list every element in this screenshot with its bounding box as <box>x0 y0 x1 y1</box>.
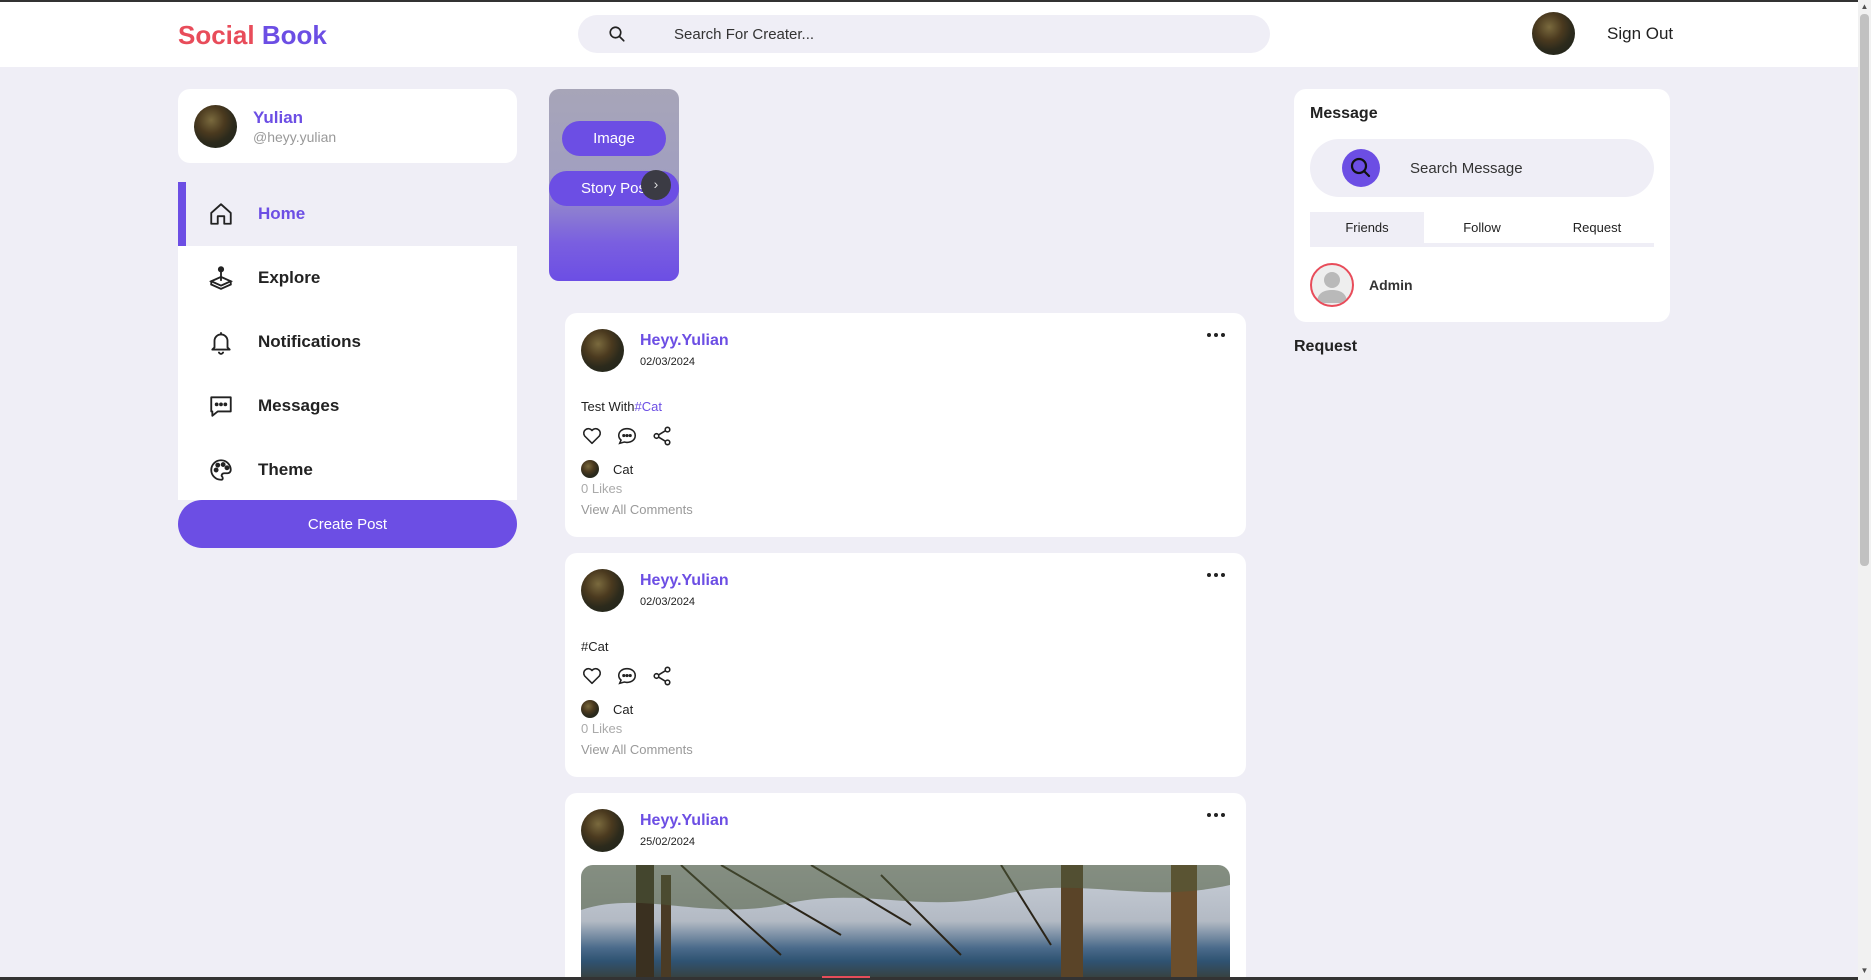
post-card: Heyy.Yulian 25/02/2024 <box>565 793 1246 980</box>
post-image[interactable] <box>581 865 1230 980</box>
sign-out-button[interactable]: Sign Out <box>1607 24 1673 44</box>
post-avatar[interactable] <box>581 569 624 612</box>
post-avatar[interactable] <box>581 809 624 852</box>
post-username[interactable]: Heyy.Yulian <box>640 332 729 350</box>
sidebar-item-label: Explore <box>258 268 321 287</box>
sidebar-item-theme[interactable]: Theme <box>178 438 517 502</box>
app-logo[interactable]: Social Book <box>178 20 327 51</box>
post-caption: #Cat <box>581 639 608 654</box>
message-search-bar <box>1310 139 1654 197</box>
profile-card[interactable]: Yulian @heyy.yulian <box>178 89 517 163</box>
liker-name: Cat <box>613 702 634 717</box>
tab-request[interactable]: Request <box>1540 212 1654 243</box>
search-icon[interactable] <box>608 25 626 43</box>
top-navbar: Social Book Sign Out <box>0 2 1858 67</box>
liker-avatar <box>581 460 599 478</box>
post-card: Heyy.Yulian 02/03/2024 Test With#Cat Cat… <box>565 313 1246 537</box>
request-section-title: Request <box>1294 338 1358 355</box>
post-username[interactable]: Heyy.Yulian <box>640 812 729 830</box>
heart-icon[interactable] <box>581 425 603 447</box>
chat-icon <box>210 396 232 417</box>
share-icon[interactable] <box>651 665 673 687</box>
message-search-input[interactable] <box>1410 158 1630 178</box>
sidebar-item-messages[interactable]: Messages <box>178 374 517 438</box>
profile-handle: @heyy.yulian <box>253 129 337 145</box>
comment-icon[interactable] <box>616 425 638 447</box>
story-image-button[interactable]: Image <box>562 121 666 156</box>
sidebar-item-label: Messages <box>258 396 340 415</box>
default-user-avatar-icon <box>1310 263 1354 307</box>
story-card[interactable]: Image Story Post › <box>549 89 679 281</box>
caption-text: Test With <box>581 399 635 414</box>
hashtag-link[interactable]: #Cat <box>581 639 608 654</box>
logo-book: Book <box>261 20 327 50</box>
palette-icon <box>210 459 232 481</box>
tree-landscape-image <box>581 865 1230 980</box>
scroll-down-icon[interactable]: ▼ <box>1860 966 1869 976</box>
sidebar-item-home[interactable]: Home <box>178 182 517 246</box>
sidebar-item-label: Notifications <box>258 332 361 351</box>
liker-name: Cat <box>613 462 634 477</box>
profile-avatar <box>194 105 237 148</box>
share-icon[interactable] <box>651 425 673 447</box>
tab-friends[interactable]: Friends <box>1310 212 1424 243</box>
user-avatar[interactable] <box>1532 12 1575 55</box>
scroll-up-icon[interactable]: ▲ <box>1860 2 1869 12</box>
profile-name: Yulian <box>253 108 304 127</box>
view-comments-link[interactable]: View All Comments <box>581 742 693 757</box>
explore-icon <box>208 266 234 290</box>
post-date: 02/03/2024 <box>640 356 696 368</box>
create-post-button[interactable]: Create Post <box>178 500 517 548</box>
post-caption: Test With#Cat <box>581 399 662 414</box>
messages-panel: Message Friends Follow Request Admin <box>1294 89 1670 322</box>
hashtag-link[interactable]: #Cat <box>634 399 661 414</box>
view-comments-link[interactable]: View All Comments <box>581 502 693 517</box>
more-options-icon[interactable] <box>1207 333 1227 339</box>
sidebar-menu: Home Explore Notifications Messages Them… <box>178 182 517 500</box>
comment-icon[interactable] <box>616 665 638 687</box>
messages-title: Message <box>1310 105 1378 122</box>
sidebar-item-notifications[interactable]: Notifications <box>178 310 517 374</box>
post-date: 25/02/2024 <box>640 836 696 848</box>
bell-icon <box>211 332 231 355</box>
sidebar-item-explore[interactable]: Explore <box>178 246 517 310</box>
scrollbar-thumb[interactable] <box>1860 14 1869 566</box>
liker-avatar <box>581 700 599 718</box>
likes-count: 0 Likes <box>581 481 623 496</box>
more-options-icon[interactable] <box>1207 573 1227 579</box>
home-icon <box>210 203 232 225</box>
message-tabs: Friends Follow Request <box>1310 212 1654 247</box>
likes-count: 0 Likes <box>581 721 623 736</box>
heart-icon[interactable] <box>581 665 603 687</box>
sidebar-item-label: Theme <box>258 460 313 479</box>
logo-social: Social <box>178 20 255 50</box>
friend-item[interactable]: Admin <box>1310 263 1654 307</box>
sidebar-item-label: Home <box>258 204 306 223</box>
creator-search-bar <box>578 15 1270 53</box>
creator-search-input[interactable] <box>674 23 1234 45</box>
chevron-right-icon[interactable]: › <box>641 170 671 200</box>
post-date: 02/03/2024 <box>640 596 696 608</box>
post-username[interactable]: Heyy.Yulian <box>640 572 729 590</box>
post-avatar[interactable] <box>581 329 624 372</box>
friend-name: Admin <box>1369 277 1413 293</box>
more-options-icon[interactable] <box>1207 813 1227 819</box>
search-icon[interactable] <box>1342 149 1380 187</box>
tab-follow[interactable]: Follow <box>1425 212 1539 243</box>
post-card: Heyy.Yulian 02/03/2024 #Cat Cat 0 Likes … <box>565 553 1246 777</box>
